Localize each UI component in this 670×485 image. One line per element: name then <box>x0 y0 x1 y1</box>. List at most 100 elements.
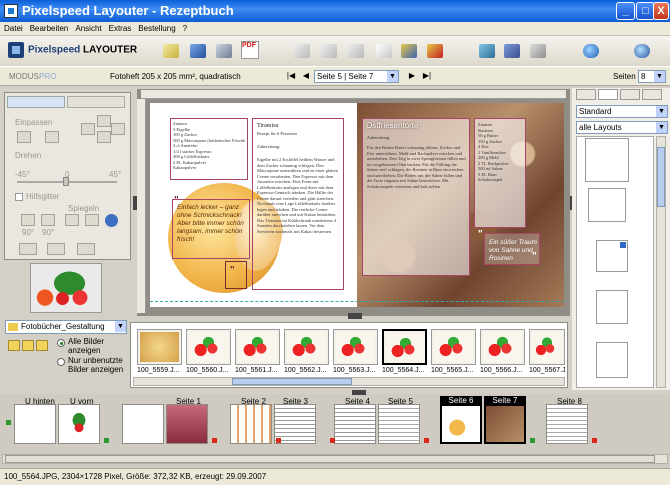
page-thumb-front-cover[interactable] <box>58 404 100 444</box>
shadow-icon[interactable] <box>19 243 37 255</box>
page-thumb-back-cover[interactable] <box>14 404 56 444</box>
photo-thumb[interactable] <box>235 329 280 365</box>
browse-icon[interactable] <box>36 340 48 351</box>
layout-scrollbar[interactable] <box>656 136 666 388</box>
photo-thumb[interactable] <box>480 329 525 365</box>
photo-thumb[interactable] <box>284 329 329 365</box>
tab-image[interactable] <box>7 96 65 108</box>
minimize-button[interactable]: _ <box>616 2 635 20</box>
next-page-icon[interactable]: ▶ <box>406 70 418 82</box>
collapse-left-handle[interactable] <box>133 196 137 210</box>
layout-thumb[interactable] <box>596 342 628 378</box>
left-text-frame[interactable]: Tiramisu Rezept für 6 Personen Zubereitu… <box>252 118 344 290</box>
photo-thumb[interactable] <box>431 329 476 365</box>
help-icon[interactable] <box>634 44 650 58</box>
left-zutaten-frame[interactable]: Zutaten 3 Eigelbe 100 g Zucker 500 g Mas… <box>170 118 248 180</box>
tab-cliparts[interactable] <box>620 89 640 100</box>
order-icon[interactable] <box>530 44 546 58</box>
collapse-bottom-handle[interactable] <box>348 313 362 319</box>
web-icon[interactable] <box>583 44 599 58</box>
left-small-frame[interactable] <box>225 261 247 289</box>
radio-unused[interactable] <box>57 358 65 366</box>
reset-icon[interactable] <box>105 214 118 227</box>
zoom-in-icon[interactable] <box>97 115 111 127</box>
collapse-strip-handle[interactable] <box>352 390 366 395</box>
page-thumb[interactable] <box>230 404 272 444</box>
right-zutaten-frame[interactable]: Zutaten Rosinen 50 g Butter 150 g Zucker… <box>474 118 526 228</box>
page-thumb[interactable] <box>378 404 420 444</box>
app-icon <box>4 4 18 18</box>
page-thumb[interactable] <box>122 404 164 444</box>
tab-text[interactable] <box>67 96 125 108</box>
tab-backgrounds[interactable] <box>598 89 618 100</box>
page-select[interactable]: Seite 5 | Seite 7 ▼ <box>314 70 399 83</box>
first-page-icon[interactable]: |◀ <box>285 70 297 82</box>
last-page-icon[interactable]: ▶| <box>421 70 433 82</box>
folder-select[interactable]: Fotobücher_Gestaltung ▼ <box>5 320 127 334</box>
photo-thumb-selected[interactable] <box>382 329 427 365</box>
fit-icon[interactable] <box>17 131 31 143</box>
effect-icon[interactable] <box>77 243 95 255</box>
tab-layouts[interactable] <box>576 89 596 100</box>
layout-thumb-selected[interactable] <box>596 240 628 272</box>
rotate-right-icon[interactable] <box>41 214 55 226</box>
menu-bestellung[interactable]: Bestellung <box>134 22 178 33</box>
layout-thumb[interactable] <box>588 188 626 222</box>
photo-thumb[interactable] <box>333 329 378 365</box>
up-icon[interactable] <box>22 340 34 351</box>
photo-thumb[interactable] <box>529 329 565 365</box>
back-icon[interactable] <box>8 340 20 351</box>
rotate-left-icon[interactable] <box>21 214 35 226</box>
photo-thumb[interactable] <box>137 329 182 365</box>
right-text-frame[interactable]: Ostfriesentorte Zubereitung: Für den Bod… <box>362 118 470 276</box>
cut-icon[interactable] <box>294 44 310 58</box>
photo-thumb[interactable] <box>186 329 231 365</box>
preview-icon[interactable] <box>479 44 495 58</box>
new-page-icon[interactable] <box>376 44 392 58</box>
photo-tray-scrollbar[interactable] <box>133 377 565 386</box>
page-thumb[interactable] <box>546 404 588 444</box>
layout-filter-select[interactable]: alle Layouts ▼ <box>576 121 668 134</box>
save-icon[interactable] <box>216 44 232 58</box>
menu-extras[interactable]: Extras <box>105 22 135 33</box>
delete-page-icon[interactable] <box>427 44 443 58</box>
layout-thumb[interactable] <box>585 138 629 182</box>
page-thumb[interactable] <box>166 404 208 444</box>
menu-ansicht[interactable]: Ansicht <box>71 22 104 33</box>
add-page-icon[interactable] <box>401 44 417 58</box>
page-thumb-selected[interactable] <box>440 404 482 444</box>
menu-bearbeiten[interactable]: Bearbeiten <box>26 22 72 33</box>
modus-value[interactable]: PRO <box>39 72 56 81</box>
mirror-horizontal-icon[interactable] <box>65 214 79 226</box>
new-project-icon[interactable] <box>163 44 179 58</box>
layout-thumb[interactable] <box>596 290 628 324</box>
hilfsgitter-checkbox[interactable] <box>15 193 23 201</box>
rotation-slider-thumb[interactable] <box>63 177 69 186</box>
center-icon[interactable] <box>81 123 95 135</box>
menu-help[interactable]: ? <box>179 22 190 33</box>
print-icon[interactable] <box>504 44 520 58</box>
left-quote-frame[interactable]: Einfach lecker – ganz ohne Schnickschnac… <box>172 199 250 259</box>
radio-all[interactable] <box>57 339 65 347</box>
tab-frames[interactable] <box>642 89 662 100</box>
expand-icon[interactable] <box>111 123 125 135</box>
seiten-select[interactable]: 8 ▼ <box>638 70 666 83</box>
close-button[interactable]: X <box>653 2 669 20</box>
menu-datei[interactable]: Datei <box>0 22 26 33</box>
page-strip-scrollbar[interactable] <box>2 454 668 464</box>
style-select[interactable]: Standard ▼ <box>576 105 668 118</box>
frame-icon[interactable] <box>47 243 65 255</box>
scrollbar-thumb[interactable] <box>232 378 352 385</box>
open-project-icon[interactable] <box>190 44 206 58</box>
copy-icon[interactable] <box>321 44 337 58</box>
paste-icon[interactable] <box>348 44 364 58</box>
pdf-export-icon[interactable]: PDF <box>241 41 259 59</box>
mirror-vertical-icon[interactable] <box>85 214 99 226</box>
page-thumb[interactable] <box>334 404 376 444</box>
scrollbar-thumb[interactable] <box>657 147 665 207</box>
scrollbar-thumb[interactable] <box>5 455 655 463</box>
fill-icon[interactable] <box>45 131 59 143</box>
page-thumb-selected[interactable] <box>484 404 526 444</box>
previous-page-icon[interactable]: ◀ <box>300 70 312 82</box>
zoom-out-icon[interactable] <box>97 131 111 143</box>
